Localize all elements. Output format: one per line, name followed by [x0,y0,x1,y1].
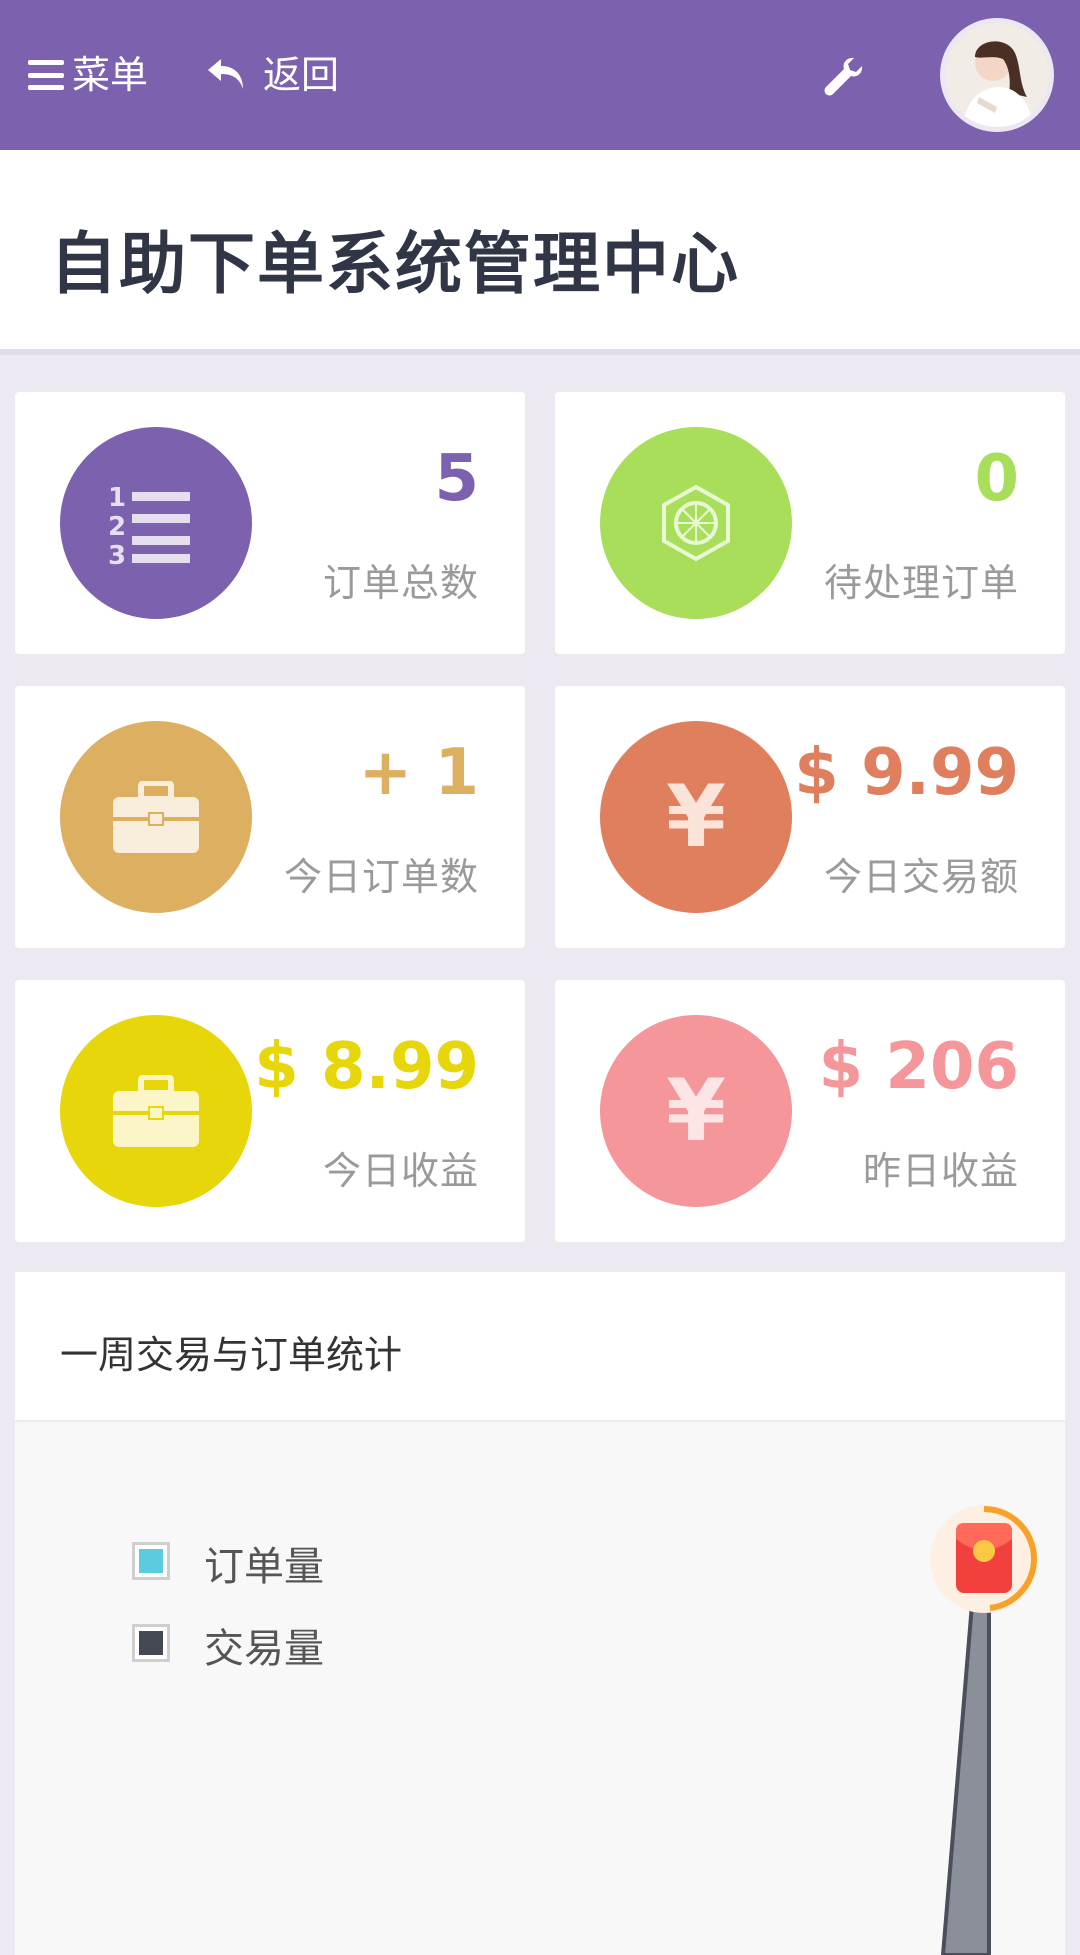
briefcase-icon [113,781,199,853]
stat-icon-circle: ¥ [600,721,792,913]
stat-value: 5 [434,442,479,516]
svg-text:2: 2 [108,512,126,542]
legend-swatch [132,1624,170,1662]
stat-icon-circle: 1 2 3 [60,427,252,619]
stat-value: $ 8.99 [254,1030,479,1104]
page-title-bar: 自助下单系统管理中心 [0,150,1080,355]
briefcase-icon [113,1075,199,1147]
yen-icon: ¥ [666,1061,726,1161]
numbered-list-icon: 1 2 3 [108,483,190,568]
stat-value: $ 9.99 [794,736,1019,810]
legend-label: 交易量 [204,1626,324,1672]
weekly-stats-panel: 一周交易与订单统计 订单量 交易量 [15,1272,1065,1955]
back-label: 返回 [263,53,340,97]
legend-swatch [132,1542,170,1580]
stat-value: 0 [974,442,1019,516]
stat-card-total-orders[interactable]: 1 2 3 5 订单总数 [15,392,525,654]
stat-icon-circle [600,427,792,619]
stat-icon-circle [60,721,252,913]
top-nav-bar: 菜单 返回 [0,0,1080,150]
panel-title: 一周交易与订单统计 [60,1333,403,1377]
chart-bar-partial [940,1592,991,1955]
stat-card-today-volume[interactable]: ¥ $ 9.99 今日交易额 [555,686,1065,948]
user-avatar[interactable] [940,18,1054,132]
stat-label: 今日订单数 [283,855,479,899]
legend-label: 订单量 [204,1544,324,1590]
menu-button[interactable]: 菜单 [28,50,148,100]
stat-card-today-income[interactable]: $ 8.99 今日收益 [15,980,525,1242]
svg-text:1: 1 [108,483,126,513]
back-button[interactable]: 返回 [205,50,339,100]
undo-arrow-icon [208,59,243,89]
hexagon-badge-icon [662,484,730,562]
stat-card-today-orders[interactable]: + 1 今日订单数 [15,686,525,948]
stat-label: 昨日收益 [862,1149,1019,1193]
hamburger-icon [28,60,64,90]
stat-label: 今日收益 [322,1149,479,1193]
stat-label: 待处理订单 [823,561,1019,605]
stat-icon-circle: ¥ [600,1015,792,1207]
red-packet-floating-button[interactable] [930,1505,1038,1613]
svg-text:3: 3 [108,541,126,568]
yen-icon: ¥ [666,767,726,867]
avatar-photo-icon [945,23,1049,127]
stat-value: $ 206 [818,1030,1019,1104]
page-title: 自助下单系统管理中心 [50,225,740,303]
stat-card-yesterday-income[interactable]: ¥ $ 206 昨日收益 [555,980,1065,1242]
menu-label: 菜单 [72,53,149,97]
stat-value: + 1 [358,736,479,810]
wrench-icon[interactable] [818,52,868,102]
red-envelope-icon [956,1506,1037,1611]
stat-card-pending-orders[interactable]: 0 待处理订单 [555,392,1065,654]
stat-label: 订单总数 [322,561,479,605]
stat-icon-circle [60,1015,252,1207]
panel-header: 一周交易与订单统计 [15,1272,1065,1422]
stat-label: 今日交易额 [823,855,1019,899]
